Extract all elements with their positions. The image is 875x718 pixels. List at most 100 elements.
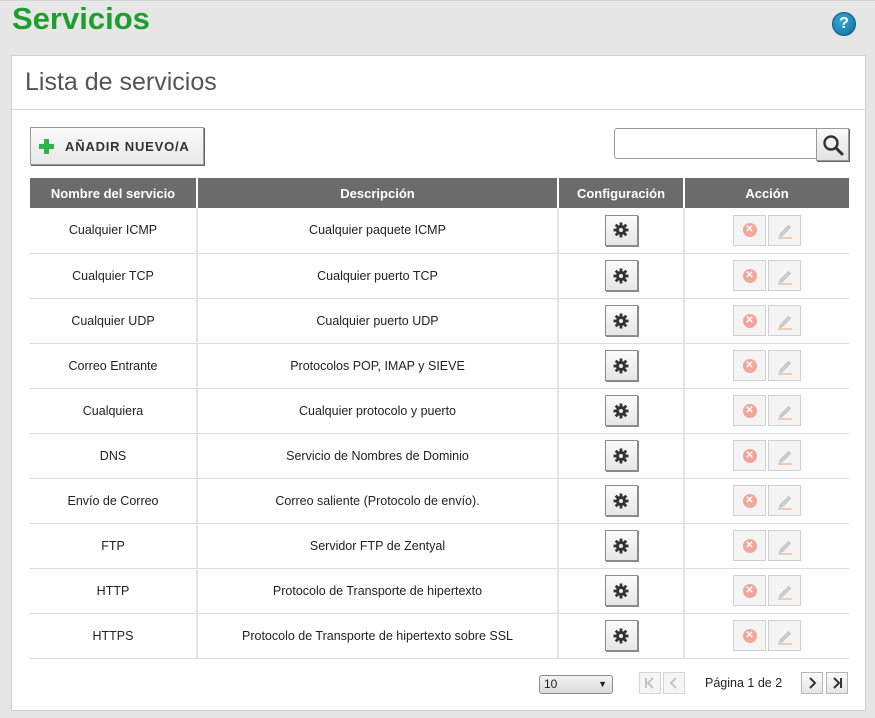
edit-button[interactable] (768, 530, 801, 561)
first-page-button[interactable] (639, 672, 661, 694)
configuration-cell (557, 613, 684, 659)
configure-button[interactable] (604, 305, 638, 336)
search-input[interactable] (614, 128, 817, 159)
service-name: HTTPS (30, 613, 197, 659)
search-button[interactable] (816, 128, 849, 161)
page-title: Servicios (12, 1, 150, 36)
table-row: Cualquiera Cualquier protocolo y puerto ✕ (30, 388, 849, 434)
delete-button[interactable]: ✕ (733, 575, 766, 606)
action-cell: ✕ (683, 478, 849, 524)
pencil-icon (777, 540, 792, 555)
configure-button[interactable] (604, 620, 638, 651)
pencil-icon (777, 405, 792, 420)
delete-button[interactable]: ✕ (733, 620, 766, 651)
table-row: HTTPS Protocolo de Transporte de hipertex… (30, 613, 849, 659)
edit-button[interactable] (768, 305, 801, 336)
configure-button[interactable] (604, 575, 638, 606)
action-cell: ✕ (683, 253, 849, 299)
edit-button[interactable] (768, 485, 801, 516)
gear-icon (613, 358, 629, 373)
service-name: FTP (30, 523, 197, 569)
action-cell: ✕ (683, 298, 849, 344)
pencil-icon (777, 225, 792, 239)
configuration-cell (557, 388, 684, 434)
delete-icon: ✕ (742, 358, 757, 373)
delete-icon: ✕ (742, 448, 757, 463)
service-name: Cualquier TCP (30, 253, 197, 299)
services-table: Nombre del servicio Descripción Configur… (30, 178, 849, 659)
table-row: Correo Entrante Protocolos POP, IMAP y SI… (30, 343, 849, 389)
add-new-button[interactable]: AÑADIR NUEVO/A (30, 127, 204, 165)
edit-button[interactable] (768, 395, 801, 426)
pencil-icon (777, 450, 792, 465)
edit-button[interactable] (768, 440, 801, 471)
page-size-value: 10 (544, 677, 558, 691)
service-description: Servidor FTP de Zentyal (196, 523, 558, 569)
edit-button[interactable] (768, 260, 801, 291)
pencil-icon (777, 630, 792, 645)
gear-icon (613, 628, 629, 643)
gear-icon (613, 448, 629, 463)
delete-button[interactable]: ✕ (733, 395, 766, 426)
delete-button[interactable]: ✕ (733, 440, 766, 471)
service-name: DNS (30, 433, 197, 479)
last-page-icon (833, 677, 842, 689)
delete-button[interactable]: ✕ (733, 214, 766, 246)
service-name: Correo Entrante (30, 343, 197, 389)
panel-title: Lista de servicios (12, 56, 865, 110)
last-page-button[interactable] (826, 672, 848, 694)
gear-icon (613, 583, 629, 598)
service-description: Protocolo de Transporte de hipertexto so… (196, 613, 558, 659)
services-panel: Lista de servicios AÑADIR NUEVO/A Nombre… (11, 55, 866, 711)
configure-button[interactable] (604, 350, 638, 381)
delete-button[interactable]: ✕ (733, 530, 766, 561)
edit-button[interactable] (768, 350, 801, 381)
delete-button[interactable]: ✕ (733, 350, 766, 381)
delete-icon: ✕ (742, 493, 757, 508)
table-row: Cualquier UDP Cualquier puerto UDP ✕ (30, 298, 849, 344)
column-header-description[interactable]: Descripción (196, 178, 558, 208)
delete-button[interactable]: ✕ (733, 305, 766, 336)
search-icon (822, 134, 843, 155)
configure-button[interactable] (604, 440, 638, 471)
service-description: Cualquier protocolo y puerto (196, 388, 558, 434)
service-description: Cualquier puerto UDP (196, 298, 558, 344)
page-size-select[interactable]: 10 ▼ (539, 675, 613, 694)
table-header-row: Nombre del servicio Descripción Configur… (30, 178, 849, 208)
edit-button[interactable] (768, 214, 801, 246)
column-header-action: Acción (683, 178, 849, 208)
service-description: Servicio de Nombres de Dominio (196, 433, 558, 479)
pencil-icon (777, 315, 792, 330)
column-header-name[interactable]: Nombre del servicio (30, 178, 197, 208)
service-description: Correo saliente (Protocolo de envío). (196, 478, 558, 524)
delete-button[interactable]: ✕ (733, 485, 766, 516)
gear-icon (613, 538, 629, 553)
delete-button[interactable]: ✕ (733, 260, 766, 291)
service-name: Envío de Correo (30, 478, 197, 524)
configure-button[interactable] (604, 485, 638, 516)
action-cell: ✕ (683, 613, 849, 659)
delete-icon: ✕ (742, 223, 757, 238)
configure-button[interactable] (604, 395, 638, 426)
page-indicator: Página 1 de 2 (705, 676, 783, 690)
configure-button[interactable] (604, 260, 638, 291)
configure-button[interactable] (604, 214, 638, 246)
service-name: Cualquier ICMP (30, 208, 197, 254)
configure-button[interactable] (604, 530, 638, 561)
service-name: HTTP (30, 568, 197, 614)
edit-button[interactable] (768, 620, 801, 651)
next-page-button[interactable] (801, 672, 823, 694)
edit-button[interactable] (768, 575, 801, 606)
table-row: Cualquier TCP Cualquier puerto TCP ✕ (30, 253, 849, 299)
delete-icon: ✕ (742, 313, 757, 328)
pencil-icon (777, 360, 792, 375)
gear-icon (613, 313, 629, 328)
configuration-cell (557, 253, 684, 299)
delete-icon: ✕ (742, 628, 757, 643)
pagination: 10 ▼ Página 1 de 2 (12, 670, 865, 700)
help-icon[interactable]: ? (832, 12, 856, 36)
first-page-icon (645, 677, 654, 689)
action-cell: ✕ (683, 433, 849, 479)
prev-page-button[interactable] (663, 672, 685, 694)
configuration-cell (557, 568, 684, 614)
